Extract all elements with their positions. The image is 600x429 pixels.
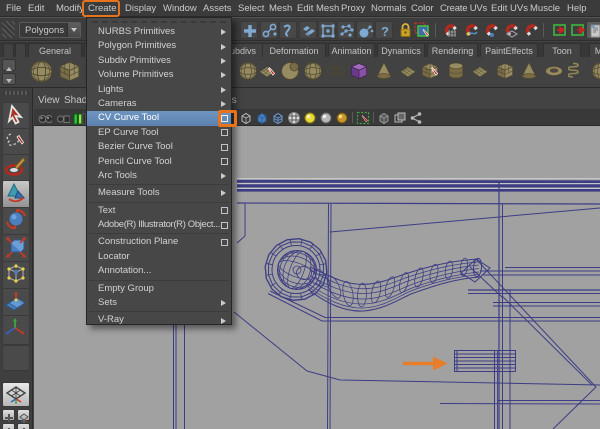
svg-text:?: ?: [381, 24, 389, 39]
